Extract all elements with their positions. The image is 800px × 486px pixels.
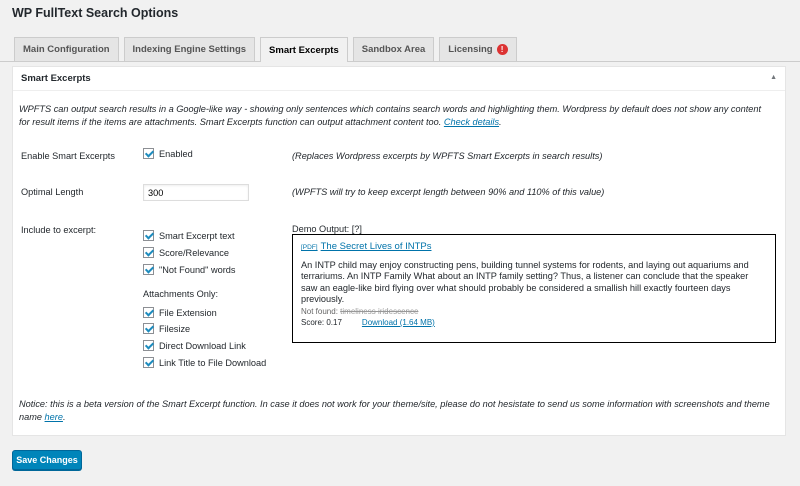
smart-excerpt-text-checkbox[interactable]: Smart Excerpt text [143, 230, 235, 241]
tab-indexing-engine-settings[interactable]: Indexing Engine Settings [123, 37, 256, 61]
not-found-row: Not found: timeliness iridescence [301, 306, 419, 316]
here-link[interactable]: here [45, 412, 63, 422]
collapse-arrow-icon[interactable]: ▲ [770, 74, 777, 81]
checkbox[interactable] [143, 357, 154, 368]
not-found-words: timeliness iridescence [340, 306, 419, 316]
tab-divider [0, 61, 800, 62]
save-changes-button[interactable]: Save Changes [12, 450, 82, 470]
smart-excerpts-panel: Smart Excerpts ▲ WPFTS can output search… [12, 66, 786, 436]
demo-excerpt-text: An INTP child may enjoy constructing pen… [301, 259, 749, 305]
tab-main-configuration[interactable]: Main Configuration [14, 37, 119, 61]
score-relevance-checkbox[interactable]: Score/Relevance [143, 247, 229, 258]
tab-smart-excerpts[interactable]: Smart Excerpts [260, 37, 348, 62]
checkbox[interactable] [143, 230, 154, 241]
direct-download-link-checkbox[interactable]: Direct Download Link [143, 340, 246, 351]
checkbox[interactable] [143, 148, 154, 159]
checkbox[interactable] [143, 307, 154, 318]
checkbox[interactable] [143, 247, 154, 258]
warning-icon: ! [496, 44, 508, 55]
panel-title: Smart Excerpts [21, 73, 91, 84]
attachments-only-label: Attachments Only: [143, 289, 219, 299]
not-found-words-checkbox[interactable]: "Not Found" words [143, 264, 235, 275]
download-link[interactable]: Download (1.64 MB) [362, 317, 435, 329]
intro-text: WPFTS can output search results in a Goo… [19, 104, 762, 127]
page-title: WP FullText Search Options [12, 6, 179, 20]
checkbox[interactable] [143, 340, 154, 351]
demo-title-row: [PDF] The Secret Lives of INTPs [301, 241, 767, 254]
enable-note: (Replaces Wordpress excerpts by WPFTS Sm… [292, 151, 603, 161]
score-row: Score: 0.17 Download (1.64 MB) [301, 317, 767, 329]
panel-header[interactable]: Smart Excerpts ▲ [13, 67, 785, 91]
beta-notice: Notice: this is a beta version of the Sm… [19, 399, 770, 422]
optimal-length-input[interactable] [143, 184, 249, 201]
tab-sandbox-area[interactable]: Sandbox Area [352, 37, 435, 61]
file-extension-checkbox[interactable]: File Extension [143, 307, 217, 318]
link-title-to-download-checkbox[interactable]: Link Title to File Download [143, 357, 266, 368]
tab-bar: Main Configuration Indexing Engine Setti… [14, 37, 522, 62]
checkbox[interactable] [143, 264, 154, 275]
include-label: Include to excerpt: [21, 225, 97, 235]
demo-output-box: [PDF] The Secret Lives of INTPs An INTP … [292, 234, 776, 343]
filesize-checkbox[interactable]: Filesize [143, 323, 190, 334]
optimal-length-label: Optimal Length [21, 187, 84, 197]
demo-title-link[interactable]: The Secret Lives of INTPs [321, 241, 432, 253]
tab-licensing[interactable]: Licensing! [439, 37, 517, 61]
check-details-link[interactable]: Check details [444, 117, 499, 127]
enable-label: Enable Smart Excerpts [21, 151, 115, 161]
enabled-checkbox[interactable]: Enabled [143, 148, 193, 159]
optimal-length-note: (WPFTS will try to keep excerpt length b… [292, 187, 605, 197]
demo-output-label: Demo Output: [?] [292, 224, 362, 234]
checkbox[interactable] [143, 323, 154, 334]
score-value: Score: 0.17 [301, 318, 342, 327]
pdf-badge: [PDF] [301, 244, 318, 251]
